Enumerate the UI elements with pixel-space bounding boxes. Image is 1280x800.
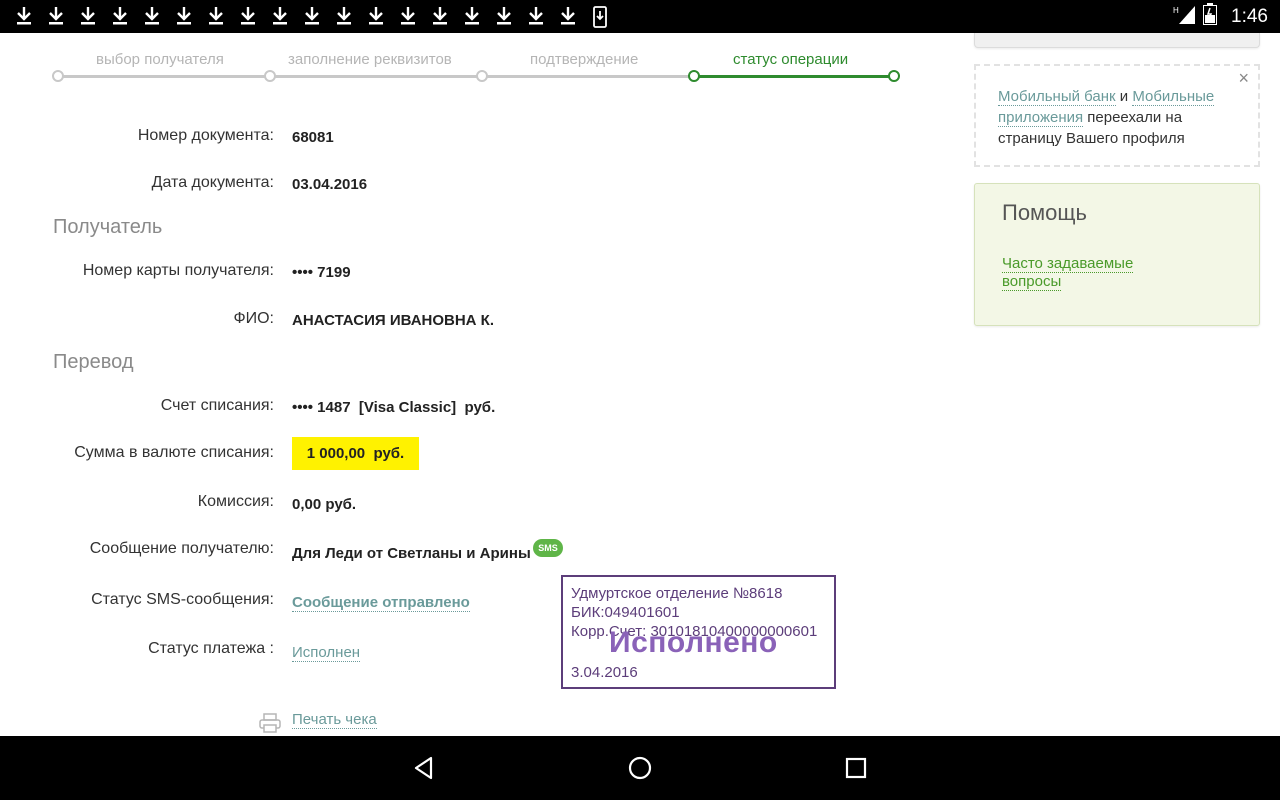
step-dot bbox=[52, 70, 64, 82]
step-select-recipient: выбор получателя bbox=[96, 51, 224, 68]
stamp-date: 3.04.2016 bbox=[571, 664, 638, 681]
download-icon bbox=[143, 6, 161, 26]
card-number-value: •••• 7199 bbox=[292, 264, 351, 281]
navigation-bar bbox=[0, 736, 1280, 800]
stamp-bik: БИК:049401601 bbox=[571, 604, 680, 621]
battery-icon bbox=[1203, 3, 1218, 30]
steps-line-active bbox=[694, 75, 894, 78]
home-icon[interactable] bbox=[622, 750, 658, 786]
download-icon bbox=[79, 6, 97, 26]
message-value: Для Леди от Светланы и Арины bbox=[292, 545, 531, 562]
step-operation-status: статус операции bbox=[733, 51, 849, 68]
step-confirmation: подтверждение bbox=[530, 51, 639, 68]
section-recipient: Получатель bbox=[53, 216, 163, 238]
status-bar: H 1:46 bbox=[0, 0, 1280, 33]
stamp-branch: Удмуртское отделение №8618 bbox=[571, 585, 783, 602]
card-number-label: Номер карты получателя: bbox=[82, 262, 274, 279]
right-panel-top bbox=[974, 33, 1260, 48]
download-icon bbox=[303, 6, 321, 26]
doc-date-value: 03.04.2016 bbox=[292, 176, 368, 193]
payment-status-link[interactable]: Исполнен bbox=[292, 644, 361, 662]
amount-value: 1 000,00 руб. bbox=[292, 437, 419, 470]
download-icon bbox=[495, 6, 513, 26]
app-root: H 1:46 выбор получателя заполнение рекви… bbox=[0, 0, 1280, 800]
help-title: Помощь bbox=[1002, 200, 1087, 225]
download-icon bbox=[47, 6, 65, 26]
commission-value: 0,00 руб. bbox=[292, 496, 357, 513]
debit-account-value: •••• 1487 [Visa Classic] руб. bbox=[292, 399, 496, 416]
download-icon bbox=[431, 6, 449, 26]
commission-label: Комиссия: bbox=[197, 493, 274, 510]
faq-link[interactable]: Часто задаваемые вопросы bbox=[1002, 255, 1134, 291]
status-right: H 1:46 bbox=[1173, 0, 1268, 33]
signal-icon: H bbox=[1173, 4, 1196, 29]
stamp-status: Исполнено bbox=[609, 626, 778, 659]
download-icon bbox=[111, 6, 129, 26]
download-icon bbox=[15, 6, 33, 26]
download-icon bbox=[527, 6, 545, 26]
steps-line-inactive bbox=[58, 75, 694, 78]
download-icon bbox=[399, 6, 417, 26]
step-fill-details: заполнение реквизитов bbox=[288, 51, 452, 68]
download-icon bbox=[463, 6, 481, 26]
download-icon bbox=[207, 6, 225, 26]
doc-number-label: Номер документа: bbox=[137, 127, 274, 144]
back-icon[interactable] bbox=[406, 750, 442, 786]
download-icon bbox=[367, 6, 385, 26]
doc-number-value: 68081 bbox=[292, 129, 334, 146]
download-icon bbox=[175, 6, 193, 26]
full-name-value: АНАСТАСИЯ ИВАНОВНА К. bbox=[292, 312, 495, 329]
step-dot bbox=[264, 70, 276, 82]
sms-status-link[interactable]: Сообщение отправлено bbox=[292, 594, 470, 612]
doc-date-label: Дата документа: bbox=[151, 174, 274, 191]
step-dot-end bbox=[888, 70, 900, 82]
download-icon bbox=[271, 6, 289, 26]
mobile-bank-link[interactable]: Мобильный банк bbox=[998, 88, 1116, 106]
print-receipt-link[interactable]: Печать чека bbox=[292, 711, 377, 729]
amount-text: 1 000,00 руб. bbox=[306, 445, 405, 462]
step-dot-active bbox=[688, 70, 700, 82]
printer-icon[interactable] bbox=[259, 713, 281, 733]
message-label: Сообщение получателю: bbox=[89, 540, 274, 557]
debit-account-label: Счет списания: bbox=[160, 397, 274, 414]
full-name-label: ФИО: bbox=[233, 310, 274, 327]
faq-link-wrapper: Часто задаваемые вопросы bbox=[1002, 255, 1152, 291]
download-icon bbox=[559, 6, 577, 26]
recent-apps-icon[interactable] bbox=[838, 750, 874, 786]
download-icon bbox=[239, 6, 257, 26]
clock: 1:46 bbox=[1231, 5, 1268, 27]
section-transfer: Перевод bbox=[53, 351, 134, 373]
bank-stamp: Удмуртское отделение №8618 БИК:049401601… bbox=[561, 575, 836, 689]
notice-and: и bbox=[1115, 88, 1133, 105]
close-icon[interactable]: × bbox=[1238, 68, 1249, 89]
amount-label: Сумма в валюте списания: bbox=[74, 444, 274, 461]
network-type-label: H bbox=[1173, 6, 1179, 15]
step-dot bbox=[476, 70, 488, 82]
help-panel: Помощь Часто задаваемые вопросы bbox=[974, 183, 1260, 326]
download-icon bbox=[591, 6, 609, 28]
sms-status-label: Статус SMS-сообщения: bbox=[91, 591, 274, 608]
profile-notice: × Мобильный банк и Мобильные приложения … bbox=[974, 64, 1260, 167]
sms-icon: SMS bbox=[533, 539, 563, 557]
download-icon bbox=[335, 6, 353, 26]
payment-status-label: Статус платежа : bbox=[148, 640, 274, 657]
